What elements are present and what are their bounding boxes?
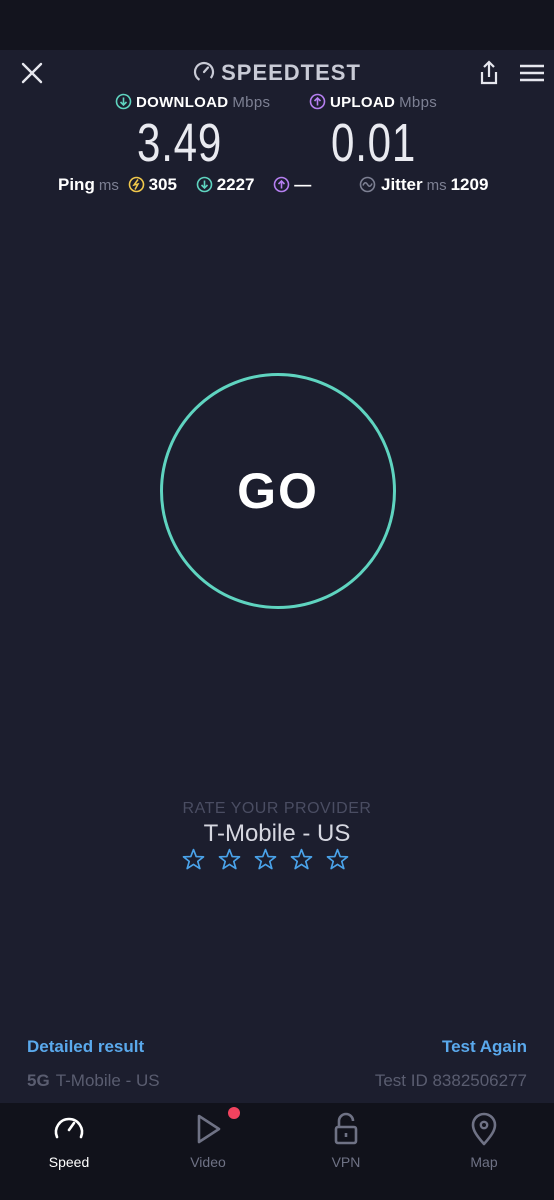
unlock-icon [334, 1112, 358, 1145]
menu-icon [520, 64, 544, 82]
nav-video[interactable]: Video [168, 1111, 248, 1170]
provider-name: T-Mobile - US [203, 820, 351, 847]
ping-idle: 305 [128, 175, 182, 194]
download-unit: Mbps [232, 94, 271, 111]
upload-arrow-icon [309, 93, 326, 110]
nav-vpn-label: VPN [331, 1154, 361, 1170]
download-arrow-icon [115, 93, 132, 110]
test-again-link[interactable]: Test Again [442, 1037, 527, 1057]
share-icon [480, 60, 498, 85]
share-button[interactable] [472, 56, 506, 90]
menu-button[interactable] [514, 56, 548, 90]
download-label: DOWNLOAD [136, 94, 229, 111]
jitter-label: Jitter [381, 175, 423, 194]
jitter-row: Jitter ms 1209 [359, 175, 488, 195]
upload-value: 0.01 [331, 113, 417, 173]
network-type-badge: 5G [27, 1071, 50, 1090]
download-header: DOWNLOAD Mbps [115, 93, 270, 111]
video-notification-badge [228, 1107, 240, 1119]
ping-upload-value: — [294, 175, 312, 194]
star-3-icon[interactable] [253, 847, 278, 872]
rate-provider-prompt: RATE YOUR PROVIDER [182, 800, 372, 817]
go-label: GO [237, 463, 319, 519]
ping-download-value: 2227 [216, 175, 255, 194]
download-value: 3.49 [137, 113, 223, 173]
nav-speed-label: Speed [48, 1154, 90, 1170]
nav-video-label: Video [190, 1154, 226, 1170]
upload-unit: Mbps [399, 94, 438, 111]
connection-info: 5G T-Mobile - US [27, 1071, 160, 1091]
connection-provider: T-Mobile - US [55, 1071, 160, 1090]
jitter-icon [359, 176, 376, 193]
top-bar: SPEEDTEST [0, 50, 554, 96]
nav-speed[interactable]: Speed [29, 1111, 109, 1170]
test-id: Test ID 8382506277 [374, 1071, 527, 1090]
ping-download: 2227 [196, 175, 260, 194]
nav-vpn[interactable]: VPN [306, 1111, 386, 1170]
star-1-icon[interactable] [181, 847, 206, 872]
detailed-result-link[interactable]: Detailed result [27, 1037, 144, 1057]
ping-upload: — [273, 175, 311, 194]
ping-upload-icon [273, 176, 290, 193]
upload-label: UPLOAD [330, 94, 396, 111]
star-5-icon[interactable] [325, 847, 350, 872]
nav-map[interactable]: Map [444, 1111, 524, 1170]
ping-idle-value: 305 [148, 175, 177, 194]
ping-row: Ping ms 305 2227 — [58, 175, 311, 195]
ping-unit: ms [98, 177, 119, 194]
play-icon [197, 1114, 221, 1144]
status-bar [0, 0, 554, 50]
map-pin-icon [471, 1112, 497, 1146]
ping-download-icon [196, 176, 212, 193]
star-4-icon[interactable] [289, 847, 314, 872]
go-button[interactable]: GO [160, 373, 396, 609]
bottom-navigation: Speed Video VPN Map [0, 1103, 554, 1200]
speedometer-logo-icon [193, 61, 215, 89]
ping-label: Ping [58, 175, 95, 194]
jitter-value: 1209 [450, 175, 489, 194]
star-rating [181, 847, 350, 872]
nav-map-label: Map [470, 1154, 498, 1170]
star-2-icon[interactable] [217, 847, 242, 872]
app-title: SPEEDTEST [221, 60, 361, 85]
upload-header: UPLOAD Mbps [309, 93, 437, 111]
jitter-unit: ms [426, 177, 447, 194]
app-logo: SPEEDTEST [0, 60, 554, 89]
ping-idle-icon [128, 176, 144, 193]
speedometer-icon [54, 1117, 84, 1139]
